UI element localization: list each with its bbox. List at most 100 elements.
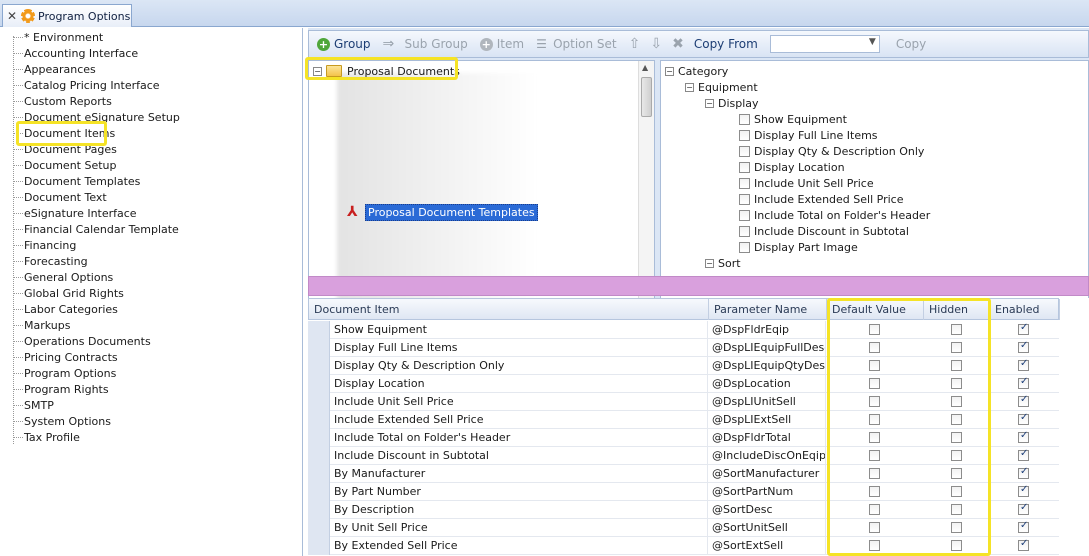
nav-item-financing[interactable]: Financing (14, 237, 76, 253)
collapse-icon[interactable]: − (705, 98, 714, 108)
nav-item-smtp[interactable]: SMTP (14, 397, 54, 413)
tree-node-display[interactable]: − Display (705, 95, 759, 111)
cell-parameter-name[interactable]: @DspFldrTotal (708, 429, 826, 447)
enabled-checkbox[interactable] (1018, 394, 1029, 407)
tree-option-include-unit-sell-price[interactable]: Include Unit Sell Price (739, 175, 874, 191)
row-selector[interactable] (308, 537, 330, 555)
cell-parameter-name[interactable]: @SortDesc (708, 501, 826, 519)
add-group-button[interactable]: + Group (317, 37, 371, 51)
nav-item-system-options[interactable]: System Options (14, 413, 111, 429)
enabled-checkbox[interactable] (1018, 430, 1029, 443)
scroll-thumb[interactable] (641, 77, 652, 117)
tree-node-category[interactable]: − Category (665, 63, 728, 79)
delete-icon[interactable]: ✖ (672, 37, 684, 51)
nav-item-pricing-contracts[interactable]: Pricing Contracts (14, 349, 118, 365)
nav-item-forecasting[interactable]: Forecasting (14, 253, 88, 269)
cell-parameter-name[interactable]: @DspFldrEqip (708, 321, 826, 339)
tab-program-options[interactable]: ✕ Program Options (2, 4, 132, 27)
nav-item-tax-profile[interactable]: Tax Profile (14, 429, 80, 445)
row-selector[interactable] (308, 519, 330, 537)
row-selector[interactable] (308, 357, 330, 375)
nav-item-program-rights[interactable]: Program Rights (14, 381, 109, 397)
cell-document-item[interactable]: Include Discount in Subtotal (330, 447, 708, 465)
collapse-icon[interactable]: − (705, 258, 714, 268)
enabled-checkbox[interactable] (1018, 502, 1029, 515)
nav-item-document-templates[interactable]: Document Templates (14, 173, 140, 189)
cell-document-item[interactable]: By Part Number (330, 483, 708, 501)
nav-item-document-text[interactable]: Document Text (14, 189, 107, 205)
row-selector[interactable] (308, 465, 330, 483)
tree-node-proposal-document-templates[interactable]: ⅄ Proposal Document Templates (347, 203, 538, 221)
nav-item-general-options[interactable]: General Options (14, 269, 113, 285)
cell-parameter-name[interactable]: @IncludeDiscOnEqip (708, 447, 826, 465)
enabled-checkbox[interactable] (1018, 520, 1029, 533)
enabled-checkbox[interactable] (1018, 358, 1029, 371)
documents-scrollbar[interactable]: ▲ ▼ (638, 61, 654, 299)
add-item-button[interactable]: + Item (479, 37, 524, 51)
tree-option-display-location[interactable]: Display Location (739, 159, 845, 175)
row-selector[interactable] (308, 447, 330, 465)
row-selector[interactable] (308, 411, 330, 429)
tree-node-equipment[interactable]: − Equipment (685, 79, 758, 95)
cell-parameter-name[interactable]: @DspLIUnitSell (708, 393, 826, 411)
checkbox[interactable] (739, 193, 750, 205)
cell-parameter-name[interactable]: @SortUnitSell (708, 519, 826, 537)
copy-from-dropdown[interactable]: ▼ (769, 35, 880, 53)
row-selector[interactable] (308, 483, 330, 501)
cell-document-item[interactable]: By Unit Sell Price (330, 519, 708, 537)
checkbox[interactable] (739, 209, 750, 221)
tree-option-show-equipment[interactable]: Show Equipment (739, 111, 847, 127)
nav-item-environment[interactable]: * Environment (14, 29, 103, 45)
nav-item-program-options[interactable]: Program Options (14, 365, 116, 381)
add-option-set-button[interactable]: ☰ Option Set (536, 37, 617, 51)
nav-item-custom-reports[interactable]: Custom Reports (14, 93, 112, 109)
row-selector[interactable] (308, 501, 330, 519)
move-up-icon[interactable]: ⇧ (629, 37, 641, 51)
scroll-up-icon[interactable]: ▲ (642, 63, 648, 72)
nav-item-labor-categories[interactable]: Labor Categories (14, 301, 118, 317)
nav-item-global-grid-rights[interactable]: Global Grid Rights (14, 285, 124, 301)
enabled-checkbox[interactable] (1018, 340, 1029, 353)
nav-item-markups[interactable]: Markups (14, 317, 70, 333)
tree-node-sort[interactable]: − Sort (705, 255, 741, 271)
checkbox[interactable] (739, 177, 750, 189)
tree-option-include-total-on-folder-s-header[interactable]: Include Total on Folder's Header (739, 207, 930, 223)
cell-document-item[interactable]: Include Unit Sell Price (330, 393, 708, 411)
nav-item-esignature-interface[interactable]: eSignature Interface (14, 205, 137, 221)
tree-option-display-qty-description-only[interactable]: Display Qty & Description Only (739, 143, 924, 159)
tree-option-display-part-image[interactable]: Display Part Image (739, 239, 858, 255)
cell-document-item[interactable]: By Description (330, 501, 708, 519)
tree-option-include-extended-sell-price[interactable]: Include Extended Sell Price (739, 191, 903, 207)
cell-parameter-name[interactable]: @DspLocation (708, 375, 826, 393)
cell-document-item[interactable]: Display Full Line Items (330, 339, 708, 357)
cell-document-item[interactable]: By Extended Sell Price (330, 537, 708, 555)
column-header-document-item[interactable]: Document Item (309, 299, 709, 320)
nav-item-document-setup[interactable]: Document Setup (14, 157, 117, 173)
checkbox[interactable] (739, 129, 750, 141)
enabled-checkbox[interactable] (1018, 538, 1029, 551)
checkbox[interactable] (739, 113, 750, 125)
row-selector[interactable] (308, 321, 330, 339)
nav-item-appearances[interactable]: Appearances (14, 61, 96, 77)
copy-button[interactable]: Copy (896, 37, 926, 51)
column-header-enabled[interactable]: Enabled (990, 299, 1060, 320)
cell-parameter-name[interactable]: @DspLIExtSell (708, 411, 826, 429)
cell-parameter-name[interactable]: @DspLIEquipFullDesc (708, 339, 826, 357)
cell-document-item[interactable]: Display Location (330, 375, 708, 393)
row-selector[interactable] (308, 393, 330, 411)
enabled-checkbox[interactable] (1018, 466, 1029, 479)
cell-parameter-name[interactable]: @DspLIEquipQtyDesc (708, 357, 826, 375)
row-selector[interactable] (308, 375, 330, 393)
checkbox[interactable] (739, 145, 750, 157)
nav-item-operations-documents[interactable]: Operations Documents (14, 333, 151, 349)
cell-document-item[interactable]: Include Extended Sell Price (330, 411, 708, 429)
nav-item-accounting-interface[interactable]: Accounting Interface (14, 45, 138, 61)
column-header-parameter-name[interactable]: Parameter Name (709, 299, 827, 320)
cell-document-item[interactable]: Show Equipment (330, 321, 708, 339)
chevron-down-icon[interactable]: ▼ (869, 37, 876, 47)
close-icon[interactable]: ✕ (7, 9, 21, 23)
enabled-checkbox[interactable] (1018, 376, 1029, 389)
cell-document-item[interactable]: By Manufacturer (330, 465, 708, 483)
tree-option-display-full-line-items[interactable]: Display Full Line Items (739, 127, 878, 143)
row-selector[interactable] (308, 339, 330, 357)
